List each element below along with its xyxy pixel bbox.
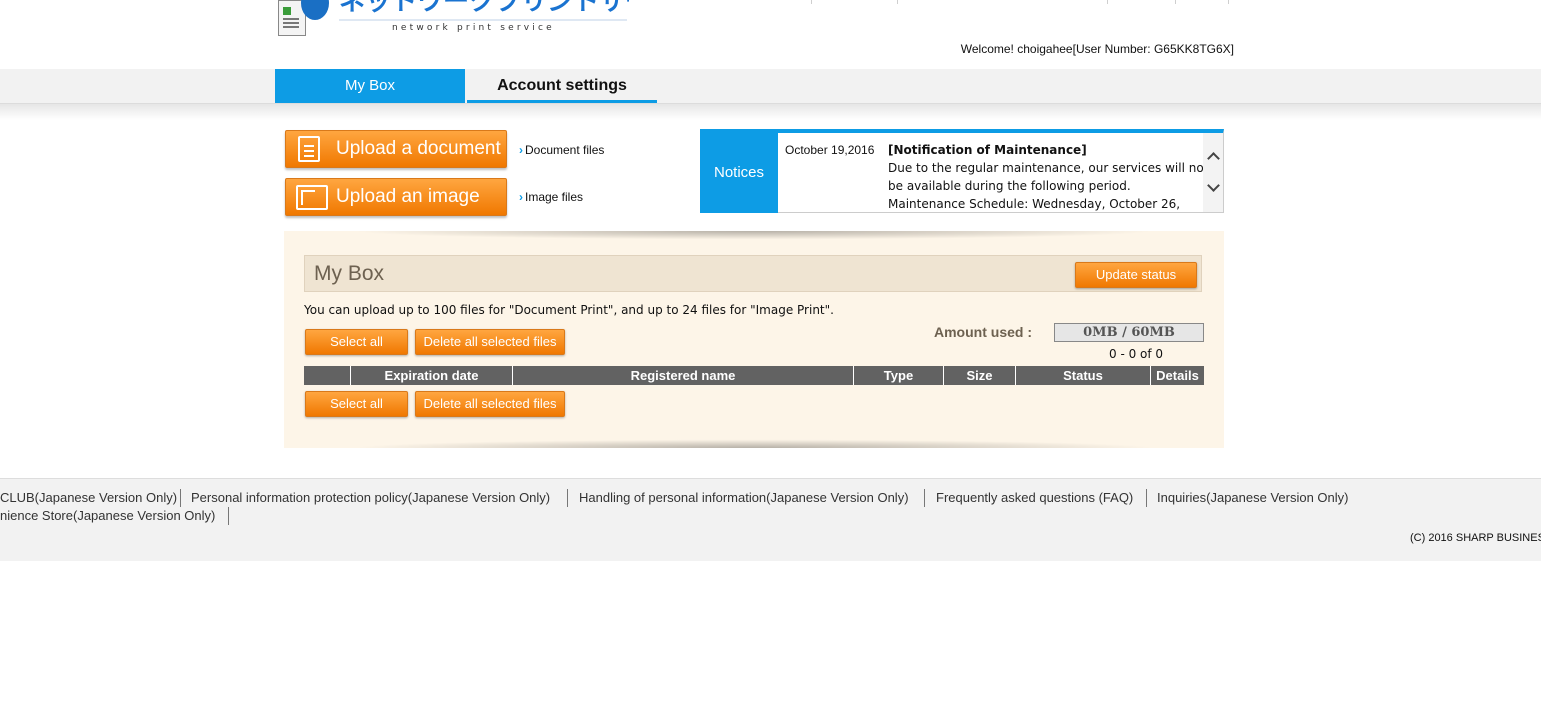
top-nav-divider xyxy=(1175,0,1176,4)
column-header-registered-name: Registered name xyxy=(512,366,853,385)
tab-my-box[interactable]: My Box xyxy=(275,69,465,103)
my-box-title: My Box xyxy=(314,262,385,285)
welcome-message: Welcome! choigahee[User Number: G65KK8TG… xyxy=(960,42,1234,56)
column-header-type: Type xyxy=(853,366,943,385)
footer-divider xyxy=(1146,489,1147,507)
file-count: 0 - 0 of 0 xyxy=(1109,347,1164,361)
logo-title: ネットワークプリントサービス xyxy=(339,0,629,17)
notices-box: Notices October 19,2016 [Notification of… xyxy=(700,129,1224,213)
document-icon xyxy=(298,136,320,162)
logo-subtitle: network print service xyxy=(392,23,555,33)
my-box-panel: My Box Update status You can upload up t… xyxy=(284,231,1224,448)
image-icon xyxy=(296,185,328,210)
image-files-label: Image files xyxy=(525,190,584,204)
delete-selected-button[interactable]: Delete all selected files xyxy=(415,391,565,417)
notice-text-line: Due to the regular maintenance, our serv… xyxy=(888,161,1209,175)
top-nav-divider xyxy=(1228,0,1229,4)
chevron-down-icon[interactable] xyxy=(1207,183,1217,193)
notice-text-line: Maintenance Schedule: Wednesday, October… xyxy=(888,197,1181,211)
footer-divider xyxy=(567,489,568,507)
column-header-size: Size xyxy=(943,366,1015,385)
panel-shadow xyxy=(284,231,1224,241)
notice-text-line: be available during the following period… xyxy=(888,179,1131,193)
update-status-button[interactable]: Update status xyxy=(1075,262,1197,288)
footer-divider xyxy=(228,507,229,525)
document-files-link[interactable]: › Document files xyxy=(519,143,604,157)
upload-limit-info: You can upload up to 100 files for "Docu… xyxy=(304,303,834,317)
select-all-button[interactable]: Select all xyxy=(305,391,408,417)
notice-title[interactable]: [Notification of Maintenance] xyxy=(888,143,1087,157)
column-header-details: Details xyxy=(1150,366,1204,385)
notice-date: October 19,2016 xyxy=(785,143,875,157)
my-box-header: My Box Update status xyxy=(304,255,1202,292)
image-files-link[interactable]: › Image files xyxy=(519,190,583,204)
upload-document-button[interactable]: Upload a document xyxy=(285,130,507,168)
chevron-right-icon: › xyxy=(519,190,523,204)
storage-usage-text: 0MB / 60MB xyxy=(1083,325,1175,340)
chevron-right-icon: › xyxy=(519,143,523,157)
footer-link-privacy-policy[interactable]: Personal information protection policy(J… xyxy=(191,490,550,505)
tab-account-settings[interactable]: Account settings xyxy=(467,69,657,103)
document-files-label: Document files xyxy=(525,143,605,157)
copyright: (C) 2016 SHARP BUSINESS xyxy=(1410,532,1541,544)
amount-used-label: Amount used : xyxy=(934,324,1032,340)
footer-link-personal-information[interactable]: Handling of personal information(Japanes… xyxy=(579,490,909,505)
footer-link-club[interactable]: CLUB(Japanese Version Only) xyxy=(0,490,177,505)
top-nav-divider xyxy=(811,0,812,4)
notices-label: Notices xyxy=(700,133,778,213)
column-header-checkbox xyxy=(304,366,350,385)
footer-link-convenience-store[interactable]: nience Store(Japanese Version Only) xyxy=(0,508,215,523)
column-header-status: Status xyxy=(1015,366,1150,385)
footer-divider xyxy=(180,489,181,507)
chevron-up-icon[interactable] xyxy=(1207,151,1217,161)
top-nav-divider xyxy=(1107,0,1108,4)
top-nav-divider xyxy=(897,0,898,4)
footer-link-inquiries[interactable]: Inquiries(Japanese Version Only) xyxy=(1157,490,1349,505)
column-header-expiration-date: Expiration date xyxy=(350,366,512,385)
select-all-button[interactable]: Select all xyxy=(305,329,408,355)
storage-usage-bar: 0MB / 60MB xyxy=(1054,323,1204,342)
footer-link-faq[interactable]: Frequently asked questions (FAQ) xyxy=(936,490,1133,505)
delete-selected-button[interactable]: Delete all selected files xyxy=(415,329,565,355)
panel-shadow xyxy=(284,438,1224,448)
main-tab-bar: My Box Account settings xyxy=(0,69,1541,104)
upload-document-label: Upload a document xyxy=(336,138,501,159)
logo-underline xyxy=(339,19,627,21)
upload-image-label: Upload an image xyxy=(336,186,480,207)
notices-scrollbar[interactable] xyxy=(1203,133,1223,212)
tab-bar-shadow xyxy=(0,104,1541,120)
site-footer: CLUB(Japanese Version Only) Personal inf… xyxy=(0,478,1541,561)
site-logo[interactable]: ネットワークプリントサービス network print service xyxy=(277,0,629,40)
files-table-header: Expiration date Registered name Type Siz… xyxy=(304,366,1204,385)
footer-divider xyxy=(924,489,925,507)
upload-image-button[interactable]: Upload an image xyxy=(285,178,507,216)
